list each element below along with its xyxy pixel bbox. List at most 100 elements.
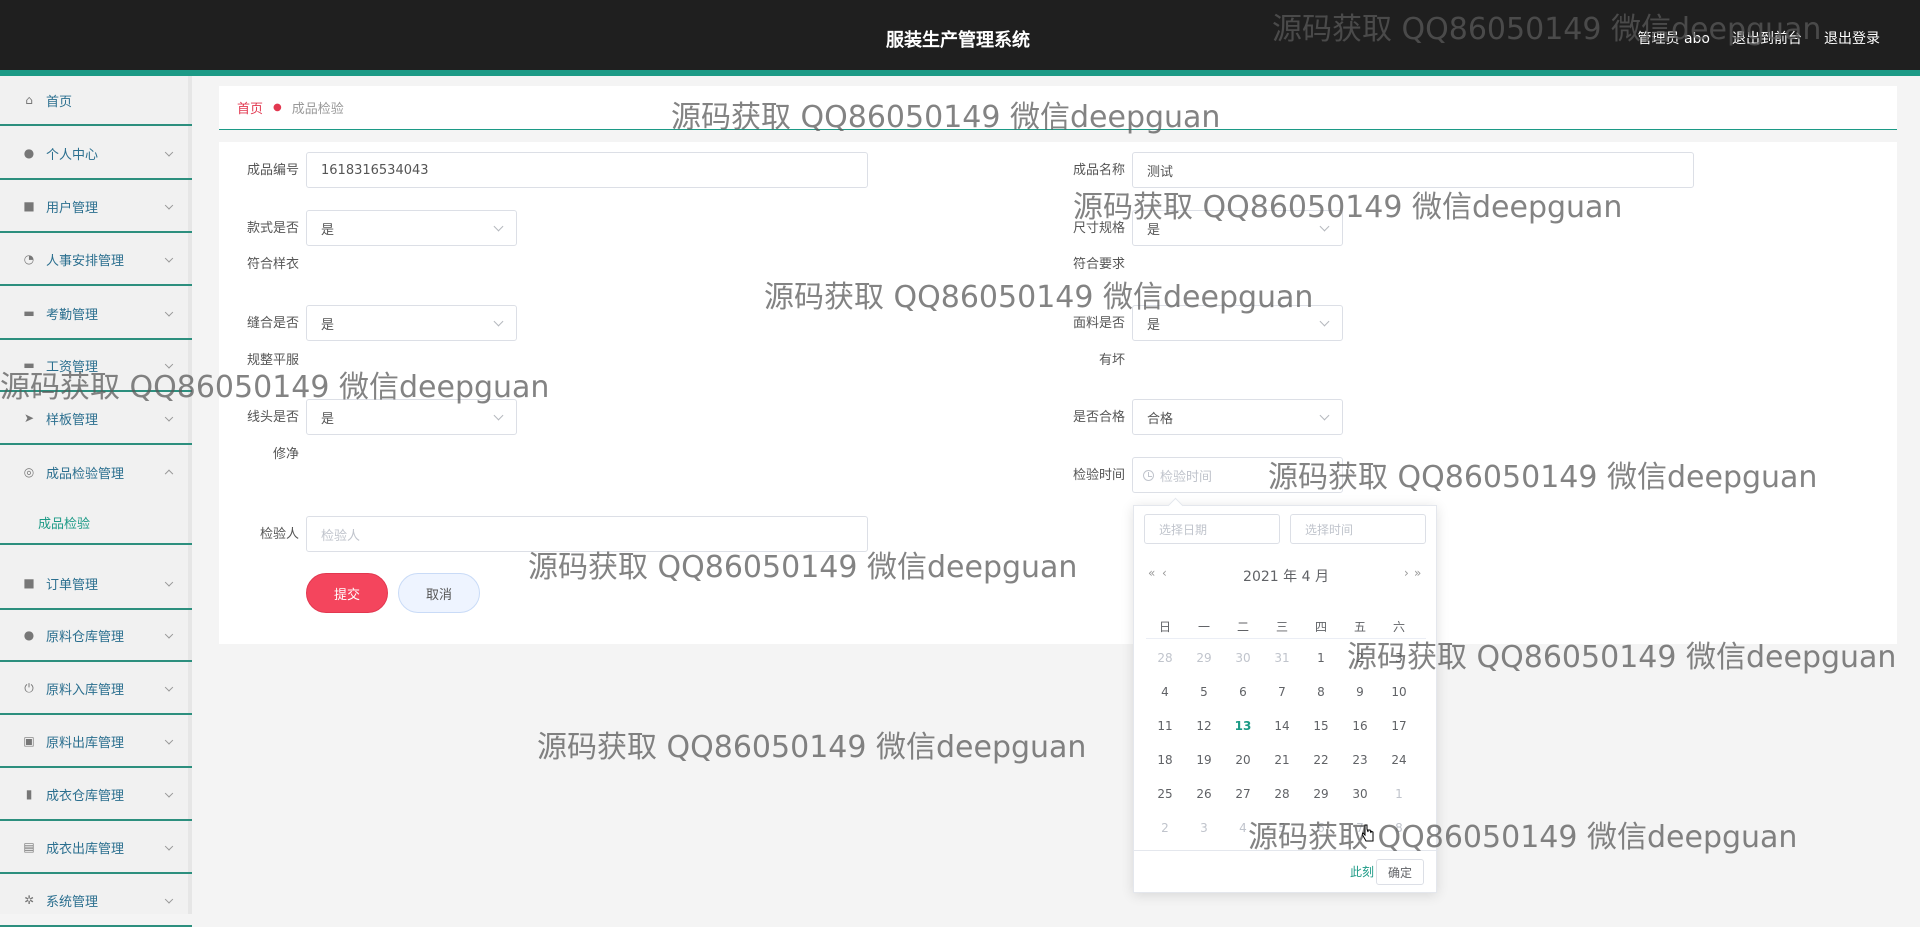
sidebar-item-label: 首页: [46, 94, 73, 110]
weekday-header: 五: [1353, 620, 1366, 634]
sidebar-item-9[interactable]: ● 原料仓库管理: [0, 610, 192, 662]
calendar-day[interactable]: 20: [1224, 750, 1262, 770]
picker-year[interactable]: 2021 年: [1243, 569, 1297, 585]
confirm-button[interactable]: 确定: [1376, 859, 1424, 885]
calendar-day[interactable]: 22: [1302, 750, 1340, 770]
calendar-day[interactable]: 14: [1263, 716, 1301, 736]
sidebar-item-6[interactable]: ➤ 样板管理: [0, 393, 192, 445]
fabric-select[interactable]: 是: [1132, 305, 1343, 341]
style-select[interactable]: 是: [306, 210, 517, 246]
sidebar-item-5[interactable]: ▬ 工资管理: [0, 340, 192, 392]
chevron-down-icon: [164, 413, 174, 422]
next-month-icon[interactable]: ›: [1404, 566, 1409, 580]
thread-select[interactable]: 是: [306, 399, 517, 435]
sidebar-item-0[interactable]: ⌂ 首页: [0, 76, 192, 126]
sidebar-item-14[interactable]: ✲ 系统管理: [0, 875, 192, 927]
calendar-day[interactable]: 30: [1224, 648, 1262, 668]
style-label-line1: 款式是否: [246, 221, 299, 236]
logout-link[interactable]: 退出登录: [1824, 28, 1880, 48]
sidebar-item-8[interactable]: ■ 订单管理: [0, 558, 192, 610]
calendar-day[interactable]: 6: [1302, 818, 1340, 838]
calendar-day[interactable]: 26: [1185, 784, 1223, 804]
chevron-down-icon: [164, 360, 174, 369]
sidebar-item-2[interactable]: ■ 用户管理: [0, 181, 192, 233]
breadcrumb-home[interactable]: 首页: [237, 98, 263, 117]
header-nav: 管理员 abo 退出到前台 退出登录: [1638, 28, 1880, 48]
sidebar-item-12[interactable]: ▮ 成衣仓库管理: [0, 769, 192, 821]
calendar-day[interactable]: 12: [1185, 716, 1223, 736]
picker-time-input[interactable]: 选择时间: [1290, 514, 1426, 544]
calendar-day[interactable]: 15: [1302, 716, 1340, 736]
calendar-day[interactable]: 29: [1302, 784, 1340, 804]
calendar-day[interactable]: 19: [1185, 750, 1223, 770]
calendar-day[interactable]: 3: [1380, 648, 1418, 668]
calendar-day[interactable]: 28: [1146, 648, 1184, 668]
picker-date-input[interactable]: 选择日期: [1144, 514, 1280, 544]
pass-select-value: 合格: [1147, 411, 1174, 427]
calendar-day[interactable]: 25: [1146, 784, 1184, 804]
next-year-icon[interactable]: »: [1414, 566, 1421, 580]
calendar-day[interactable]: 30: [1341, 784, 1379, 804]
calendar-day[interactable]: 28: [1263, 784, 1301, 804]
chevron-down-icon: [164, 895, 174, 904]
calendar-day[interactable]: 8: [1302, 682, 1340, 702]
calendar-day[interactable]: 5: [1263, 818, 1301, 838]
cancel-button[interactable]: 取消: [398, 573, 480, 613]
calendar-day[interactable]: 3: [1185, 818, 1223, 838]
calendar-day[interactable]: 1: [1302, 648, 1340, 668]
sidebar: ⌂ 首页 ● 个人中心 ■ 用户管理 ◔ 人事安排管理 ▬ 考勤管理 ▬ 工资管理 ➤ 样板管理 ◎ 成品检验…: [0, 76, 192, 927]
calendar-day[interactable]: 5: [1185, 682, 1223, 702]
calendar-day[interactable]: 24: [1380, 750, 1418, 770]
calendar-day[interactable]: 21: [1263, 750, 1301, 770]
submit-button[interactable]: 提交: [306, 573, 388, 613]
admin-user-link[interactable]: 管理员 abo: [1638, 28, 1710, 48]
calendar-day[interactable]: 8: [1380, 818, 1418, 838]
calendar-day[interactable]: 2: [1341, 648, 1379, 668]
sidebar-item-1[interactable]: ● 个人中心: [0, 128, 192, 180]
calendar-day[interactable]: 11: [1146, 716, 1184, 736]
sidebar-item-3[interactable]: ◔ 人事安排管理: [0, 234, 192, 286]
box-icon: ▣: [23, 734, 35, 748]
calendar-day[interactable]: 9: [1341, 682, 1379, 702]
cart-icon: ■: [23, 576, 35, 590]
back-to-frontend-link[interactable]: 退出到前台: [1732, 28, 1802, 48]
size-select[interactable]: 是: [1132, 210, 1343, 246]
inspector-label: 检验人: [259, 527, 299, 542]
calendar-day[interactable]: 29: [1185, 648, 1223, 668]
sidebar-item-13[interactable]: ▤ 成衣出库管理: [0, 822, 192, 874]
picker-month[interactable]: 4 月: [1302, 569, 1329, 585]
calendar-day[interactable]: 4: [1146, 682, 1184, 702]
time-input[interactable]: 检验时间: [1132, 457, 1343, 493]
send-icon: ➤: [23, 411, 35, 425]
calendar-day[interactable]: 2: [1146, 818, 1184, 838]
sidebar-subitem-inspection[interactable]: 成品检验: [0, 501, 192, 545]
calendar-day[interactable]: 18: [1146, 750, 1184, 770]
seam-select[interactable]: 是: [306, 305, 517, 341]
sidebar-item-label: 工资管理: [46, 359, 99, 375]
calendar-day[interactable]: 1: [1380, 784, 1418, 804]
calendar-day[interactable]: 31: [1263, 648, 1301, 668]
fabric-label-line1: 面料是否: [1072, 316, 1125, 331]
gauge-icon: ◔: [23, 252, 35, 266]
sidebar-item-4[interactable]: ▬ 考勤管理: [0, 288, 192, 340]
calendar-day[interactable]: 4: [1224, 818, 1262, 838]
calendar-day[interactable]: 13: [1224, 716, 1262, 736]
calendar-day[interactable]: 6: [1224, 682, 1262, 702]
fabric-select-value: 是: [1147, 317, 1161, 333]
sidebar-item-7[interactable]: ◎ 成品检验管理: [0, 446, 192, 498]
sidebar-item-10[interactable]: ⏻ 原料入库管理: [0, 663, 192, 715]
calendar-day[interactable]: 17: [1380, 716, 1418, 736]
calendar-day[interactable]: 27: [1224, 784, 1262, 804]
inspector-input[interactable]: 检验人: [306, 516, 868, 552]
pass-select[interactable]: 合格: [1132, 399, 1343, 435]
now-button[interactable]: 此刻: [1350, 863, 1374, 880]
clipboard-icon: ▤: [23, 840, 35, 854]
calendar-day[interactable]: 7: [1263, 682, 1301, 702]
calendar-day[interactable]: 16: [1341, 716, 1379, 736]
calendar-day[interactable]: 23: [1341, 750, 1379, 770]
style-select-value: 是: [321, 222, 335, 238]
code-input[interactable]: 1618316534043: [306, 152, 868, 188]
sidebar-item-11[interactable]: ▣ 原料出库管理: [0, 716, 192, 768]
calendar-day[interactable]: 10: [1380, 682, 1418, 702]
name-input[interactable]: 测试: [1132, 152, 1694, 188]
